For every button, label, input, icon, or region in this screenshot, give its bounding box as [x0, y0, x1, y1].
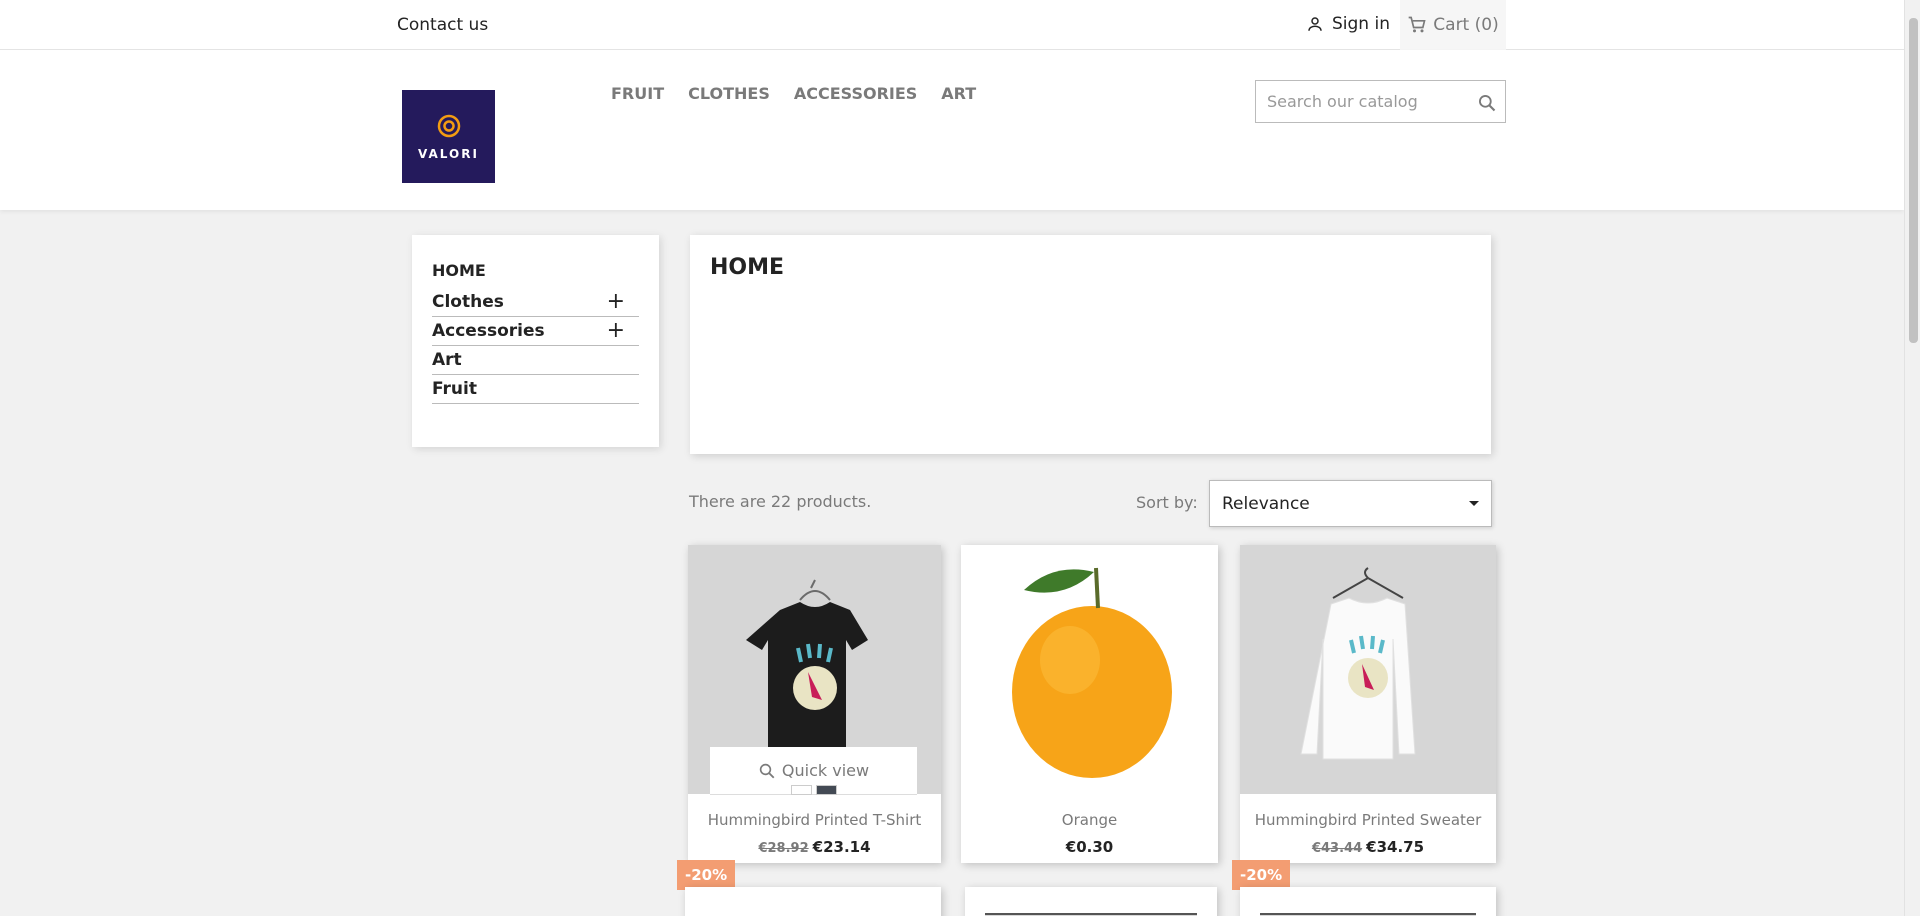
chevron-down-icon [1469, 501, 1479, 506]
page-title: HOME [710, 255, 785, 280]
logo-mark-icon [437, 114, 460, 137]
menu-item-art[interactable]: ART [941, 84, 976, 103]
orange-image [1011, 567, 1172, 778]
sort-value: Relevance [1222, 493, 1310, 514]
sidebar-title[interactable]: HOME [432, 261, 639, 280]
sign-in-link[interactable]: Sign in [1306, 14, 1390, 34]
sidebar-item-clothes[interactable]: Clothes + [432, 288, 639, 317]
menu-item-fruit[interactable]: FRUIT [611, 84, 664, 103]
page-scrollbar[interactable] [1904, 0, 1920, 916]
regular-price: €28.92 [758, 841, 809, 856]
product-card[interactable]: Quick view Hummingbird Printed T-Shirt €… [688, 545, 941, 863]
sort-label: Sort by: [1136, 493, 1198, 512]
category-header: HOME [690, 235, 1491, 454]
category-sidebar: HOME Clothes + Accessories + Art Fruit [412, 235, 659, 447]
top-nav: Contact us Sign in Cart (0) [0, 0, 1904, 50]
search-box [1255, 80, 1506, 123]
product-price-block: €0.30 [961, 838, 1218, 856]
logo-text: VALORI [418, 146, 479, 161]
color-swatch-black[interactable] [816, 785, 837, 795]
sort-dropdown[interactable]: Relevance [1209, 480, 1492, 527]
scrollbar-thumb[interactable] [1909, 18, 1918, 343]
search-icon[interactable] [1477, 93, 1497, 113]
menu-item-clothes[interactable]: CLOTHES [688, 84, 770, 103]
discount-badge: -20% [677, 860, 736, 890]
product-name[interactable]: Orange [961, 811, 1218, 829]
sidebar-item-accessories[interactable]: Accessories + [432, 317, 639, 346]
sidebar-item-fruit[interactable]: Fruit [432, 375, 639, 404]
product-card[interactable]: Orange €0.30 [961, 545, 1218, 863]
sidebar-item-label: Fruit [432, 379, 477, 399]
sign-in-label: Sign in [1332, 14, 1390, 34]
sidebar-item-label: Clothes [432, 292, 504, 312]
product-card[interactable] [965, 887, 1217, 916]
cart-icon [1408, 16, 1426, 33]
cart-button[interactable]: Cart (0) [1400, 0, 1506, 50]
store-logo[interactable]: VALORI [402, 90, 495, 183]
tshirt-image [745, 579, 868, 750]
product-image-sweater[interactable] [1240, 545, 1496, 794]
search-icon [759, 763, 775, 778]
regular-price: €43.44 [1311, 841, 1363, 856]
product-name[interactable]: Hummingbird Printed Sweater [1240, 811, 1496, 829]
price: €23.14 [812, 838, 871, 856]
product-price-block: €28.92 €23.14 [688, 838, 941, 856]
sidebar-item-label: Art [432, 350, 462, 370]
price: €34.75 [1366, 838, 1425, 856]
site-header: VALORI FRUIT CLOTHES ACCESSORIES ART [0, 50, 1904, 210]
product-card[interactable] [685, 887, 941, 916]
product-name[interactable]: Hummingbird Printed T-Shirt [688, 811, 941, 829]
quick-view-label: Quick view [781, 761, 870, 780]
contact-us-link[interactable]: Contact us [397, 15, 488, 35]
cart-label: Cart (0) [1433, 15, 1499, 35]
sidebar-item-label: Accessories [432, 321, 545, 341]
discount-badge: -20% [1232, 860, 1291, 890]
product-card[interactable]: Hummingbird Printed Sweater €43.44 €34.75 [1240, 545, 1496, 863]
user-icon [1308, 17, 1322, 31]
search-input[interactable] [1256, 81, 1456, 122]
sweater-image [1300, 566, 1416, 759]
expand-plus-icon[interactable]: + [607, 320, 625, 342]
sidebar-item-art[interactable]: Art [432, 346, 639, 375]
color-swatches [791, 785, 837, 795]
color-swatch-white[interactable] [791, 785, 812, 795]
menu-item-accessories[interactable]: ACCESSORIES [794, 84, 917, 103]
product-count: There are 22 products. [689, 492, 872, 511]
expand-plus-icon[interactable]: + [607, 291, 625, 313]
product-image-orange[interactable] [961, 545, 1218, 794]
product-card[interactable] [1240, 887, 1496, 916]
price: €0.30 [1065, 838, 1114, 856]
product-price-block: €43.44 €34.75 [1240, 838, 1496, 856]
main-menu: FRUIT CLOTHES ACCESSORIES ART [611, 84, 976, 103]
